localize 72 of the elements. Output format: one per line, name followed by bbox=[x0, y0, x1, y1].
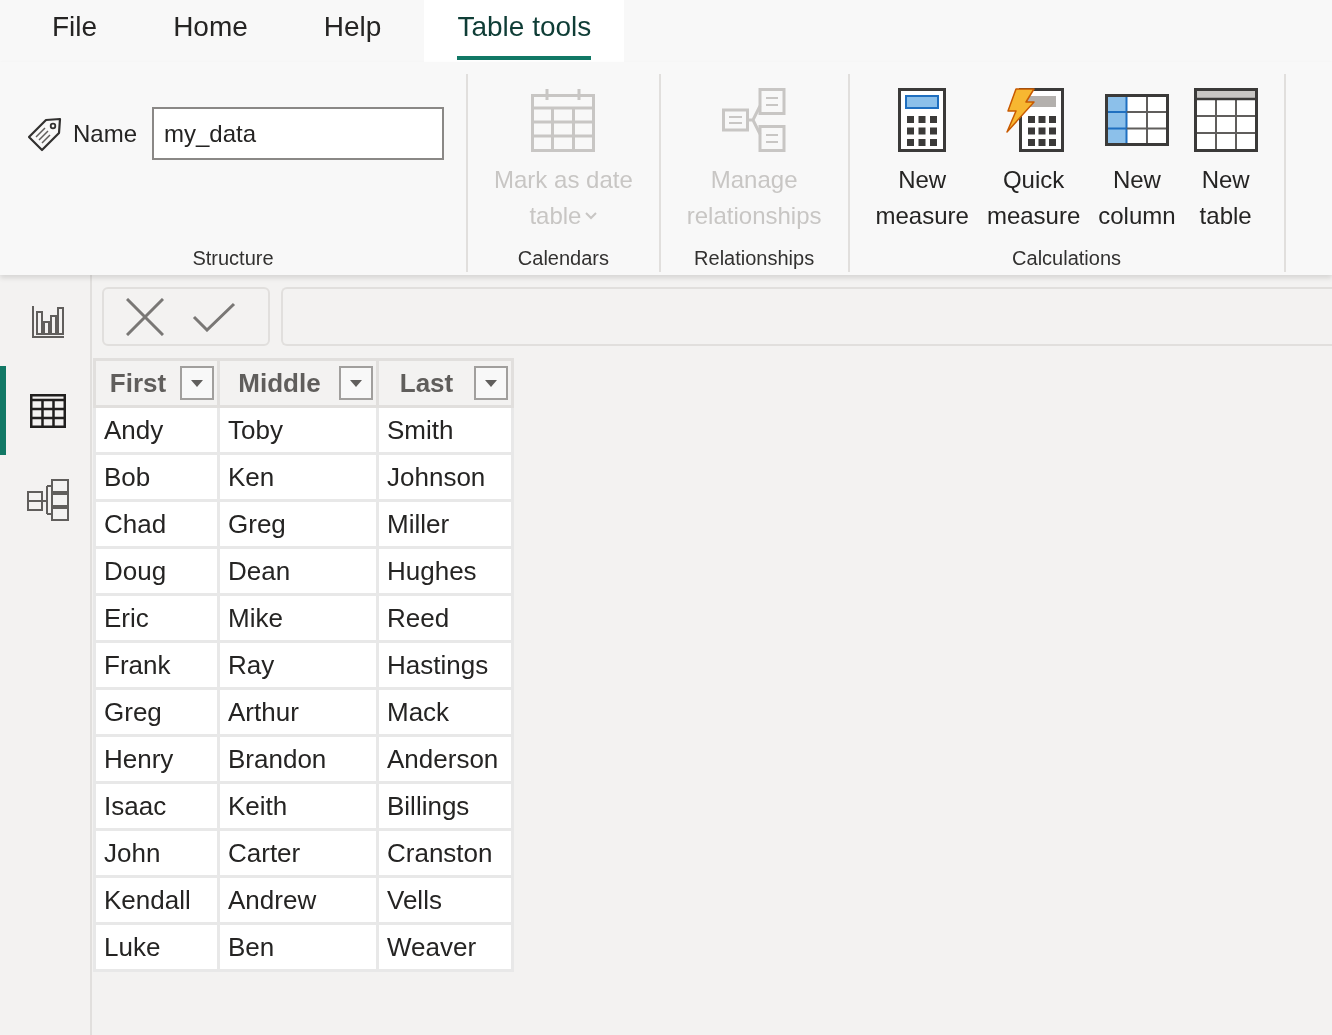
group-label: Calendars bbox=[517, 246, 609, 271]
column-header-label: First bbox=[109, 366, 167, 400]
table-cell: Hughes bbox=[377, 547, 513, 595]
column-header-label: Middle bbox=[238, 366, 321, 400]
table-cell: Ben bbox=[218, 923, 378, 971]
ribbon-button[interactable]: Quick measure bbox=[982, 74, 1085, 244]
menu-tab[interactable]: File bbox=[19, 0, 131, 62]
table-cell: Ken bbox=[218, 453, 378, 501]
table-cell: Toby bbox=[218, 406, 378, 454]
table-cell: Mack bbox=[377, 688, 513, 736]
table-cell: Greg bbox=[218, 500, 378, 548]
calendar-icon bbox=[531, 88, 596, 152]
menu-tab[interactable]: Table tools bbox=[424, 0, 625, 62]
table-cell: Johnson bbox=[377, 453, 513, 501]
table-cell: Vells bbox=[377, 876, 513, 924]
table-cell: Ray bbox=[218, 641, 378, 689]
table-cell: Bob bbox=[94, 453, 219, 501]
column-grid-icon bbox=[1104, 94, 1169, 146]
tag-icon bbox=[27, 115, 63, 152]
table-cell: Arthur bbox=[218, 688, 378, 736]
table-cell: Isaac bbox=[94, 782, 219, 830]
table-cell: Dean bbox=[218, 547, 378, 595]
table-cell: Anderson bbox=[377, 735, 513, 783]
ribbon-button[interactable]: New column bbox=[1094, 74, 1180, 244]
caret-down-icon bbox=[191, 379, 203, 387]
table-cell: Luke bbox=[94, 923, 219, 971]
calculator-lightning-icon bbox=[1003, 88, 1064, 152]
caret-down-icon bbox=[350, 379, 362, 387]
caret-down-icon bbox=[485, 379, 497, 387]
table-cell: Henry bbox=[94, 735, 219, 783]
table-grid-icon bbox=[1193, 88, 1258, 152]
table-cell: Keith bbox=[218, 782, 378, 830]
table-cell: Weaver bbox=[377, 923, 513, 971]
table-cell: Kendall bbox=[94, 876, 219, 924]
column-header-label: Last bbox=[399, 366, 454, 400]
field-label: Name bbox=[73, 118, 138, 149]
table-cell: Andrew bbox=[218, 876, 378, 924]
table-cell: Chad bbox=[94, 500, 219, 548]
table-cell: Frank bbox=[94, 641, 219, 689]
table-cell: Miller bbox=[377, 500, 513, 548]
ribbon-button[interactable]: New table bbox=[1189, 74, 1262, 244]
table-cell: Reed bbox=[377, 594, 513, 642]
table-cell: Smith bbox=[377, 406, 513, 454]
table-cell: Cranston bbox=[377, 829, 513, 877]
diagram-icon bbox=[27, 478, 69, 521]
cancel-button[interactable] bbox=[125, 296, 165, 337]
table-cell: Hastings bbox=[377, 641, 513, 689]
group-label: Structure bbox=[192, 246, 274, 271]
table-cell: Eric bbox=[94, 594, 219, 642]
check-icon bbox=[192, 301, 236, 332]
table-cell: Billings bbox=[377, 782, 513, 830]
filter-dropdown-button[interactable] bbox=[474, 366, 508, 400]
table-icon bbox=[30, 393, 66, 428]
menu-tab[interactable]: Home bbox=[140, 0, 281, 62]
group-label: Calculations bbox=[1012, 246, 1122, 271]
ribbon-button[interactable]: New measure bbox=[871, 74, 973, 244]
filter-dropdown-button[interactable] bbox=[180, 366, 214, 400]
name-field[interactable]: my_data bbox=[152, 107, 445, 160]
table-cell: Greg bbox=[94, 688, 219, 736]
table-cell: Andy bbox=[94, 406, 219, 454]
close-icon bbox=[126, 297, 164, 336]
filter-dropdown-button[interactable] bbox=[339, 366, 373, 400]
menu-tab[interactable]: Help bbox=[290, 0, 415, 62]
group-label: Relationships bbox=[694, 246, 815, 271]
table-cell: John bbox=[94, 829, 219, 877]
table-cell: Brandon bbox=[218, 735, 378, 783]
table-cell: Doug bbox=[94, 547, 219, 595]
calculator-icon bbox=[898, 88, 947, 152]
table-cell: Carter bbox=[218, 829, 378, 877]
table-cell: Mike bbox=[218, 594, 378, 642]
relationship-diagram-icon bbox=[722, 88, 787, 152]
bar-chart-icon bbox=[32, 305, 64, 338]
